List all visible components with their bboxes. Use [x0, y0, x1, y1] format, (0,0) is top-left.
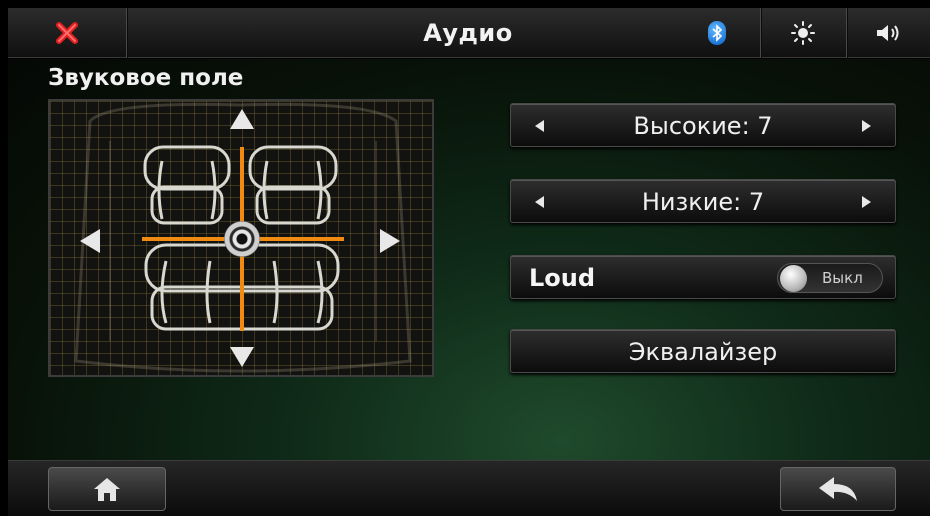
loudness-label: Loud [529, 264, 596, 292]
equalizer-button[interactable]: Эквалайзер [510, 329, 896, 373]
sound-field-label: Звуковое поле [48, 65, 244, 91]
home-button[interactable] [48, 467, 166, 511]
bass-stepper: Низкие: 7 [510, 179, 896, 223]
back-button[interactable] [780, 467, 896, 511]
loudness-toggle[interactable]: Выкл [777, 263, 883, 293]
sound-field-panel[interactable] [48, 99, 434, 377]
main-panel: Звуковое поле Высокие: 7 Низкие: 7 Loud … [8, 59, 930, 460]
home-icon [94, 478, 120, 501]
brightness-icon [791, 21, 815, 45]
bluetooth-icon [708, 21, 726, 45]
volume-button[interactable] [846, 8, 930, 58]
treble-increase-icon[interactable] [862, 120, 871, 132]
bass-decrease-icon[interactable] [535, 196, 544, 208]
speaker-position-marker[interactable] [224, 221, 260, 257]
bass-value: Низкие: 7 [641, 188, 765, 216]
arrow-up-icon[interactable] [230, 109, 254, 129]
top-bar: Аудио [8, 8, 930, 58]
close-button[interactable] [8, 8, 126, 58]
treble-value: Высокие: 7 [633, 112, 773, 140]
treble-decrease-icon[interactable] [535, 120, 544, 132]
bass-increase-icon[interactable] [862, 196, 871, 208]
loudness-toggle-state: Выкл [822, 269, 863, 287]
close-icon [56, 22, 78, 44]
equalizer-label: Эквалайзер [628, 338, 778, 366]
arrow-down-icon[interactable] [230, 347, 254, 367]
volume-icon [877, 25, 899, 41]
treble-stepper: Высокие: 7 [510, 103, 896, 147]
loudness-row: Loud Выкл [510, 255, 896, 299]
toggle-knob [780, 265, 807, 292]
arrow-right-icon[interactable] [380, 229, 400, 253]
bottom-bar [8, 460, 930, 516]
back-icon [819, 477, 857, 501]
brightness-button[interactable] [760, 8, 846, 58]
arrow-left-icon[interactable] [80, 229, 100, 253]
